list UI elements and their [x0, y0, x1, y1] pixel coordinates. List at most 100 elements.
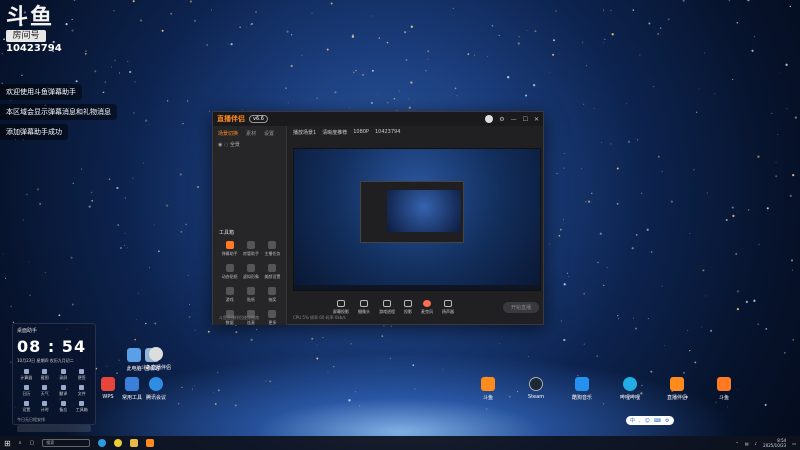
start-live-button[interactable]: 开始直播 — [502, 301, 539, 313]
version-badge: v6.6 — [249, 115, 268, 123]
scene-name[interactable]: 播放场景1 — [293, 129, 316, 136]
widget-item[interactable]: 设置 — [17, 401, 36, 413]
ime-mode[interactable]: 中 — [630, 417, 635, 424]
eye-icon: ◉ ◌ — [218, 142, 230, 148]
tab-scene[interactable]: 场景切换 — [218, 130, 238, 137]
taskbar-clock[interactable]: 8:54 2025/10/23 — [763, 438, 786, 448]
tab-material[interactable]: 素材 — [246, 130, 256, 137]
volume-icon[interactable]: ♪ — [755, 441, 758, 446]
keyboard-icon[interactable]: ⌨ — [654, 418, 661, 424]
scene-tag: 10423794 — [374, 129, 401, 135]
toolbox-icon — [79, 401, 85, 406]
tool-icon — [225, 287, 234, 295]
edge-icon[interactable] — [98, 439, 107, 447]
desktop-icon[interactable]: 直播伴侣 — [655, 377, 699, 401]
search-icon[interactable]: ⌕ — [19, 440, 22, 446]
scene-selector[interactable]: ◉ ◌ 全景 — [213, 141, 286, 148]
widget-item[interactable]: 翻译 — [54, 385, 73, 397]
desktop-widget[interactable]: 桌面助手 08 : 54 10月23日 星期四 农历九月初二 计算器 截图 录屏… — [12, 323, 96, 432]
settings-icon — [23, 401, 29, 406]
widget-search[interactable] — [17, 425, 91, 432]
tool-item[interactable]: 贴纸 — [240, 287, 261, 303]
stream-preview[interactable] — [293, 148, 541, 291]
emoji-icon[interactable]: ☺ — [645, 418, 650, 424]
tool-icon — [246, 241, 255, 249]
tool-item[interactable]: 更多 — [262, 310, 283, 326]
tool-item[interactable]: 游戏 — [219, 287, 240, 303]
tool-icon — [246, 287, 255, 295]
desktop-icon[interactable]: 酷狗音乐 — [560, 377, 604, 401]
widget-item[interactable]: 天气 — [36, 385, 55, 397]
widget-title: 桌面助手 — [17, 328, 38, 334]
window-titlebar[interactable]: 直播伴侣 v6.6 ⚙ — ☐ ✕ — [213, 112, 543, 126]
settings-icon[interactable]: ⚙ — [499, 116, 504, 123]
close-icon[interactable]: ✕ — [534, 116, 539, 123]
projection-button[interactable]: 投影 — [404, 299, 412, 315]
screen-cast-button[interactable]: 屏幕投影 — [333, 299, 349, 315]
desktop-icon[interactable]: 斗鱼 — [702, 377, 746, 401]
douyu-icon — [717, 377, 731, 391]
taskbar: ⊞ ⌕ ▢ 搜索 ⌃ ▤ ♪ 8:54 2025/10/23 ▭ — [0, 436, 800, 450]
tool-item[interactable]: 主播任务 — [262, 241, 283, 257]
task-view-icon[interactable]: ▢ — [30, 440, 35, 446]
tool-item[interactable]: 房管助手 — [240, 241, 261, 257]
taskbar-search[interactable]: 搜索 — [42, 439, 91, 447]
widget-item[interactable]: 工具箱 — [73, 401, 92, 413]
widget-item[interactable]: 备忘 — [54, 401, 73, 413]
chrome-icon[interactable] — [114, 439, 123, 447]
camera-icon — [360, 299, 368, 307]
desktop-icon[interactable]: 哔哩哔哩 — [608, 377, 652, 401]
punctuation-icon[interactable]: , — [639, 418, 641, 424]
live-companion-icon[interactable] — [146, 439, 155, 447]
maximize-icon[interactable]: ☐ — [523, 116, 528, 123]
tool-item[interactable]: 抽奖 — [262, 287, 283, 303]
start-icon[interactable]: ⊞ — [4, 439, 11, 448]
tool-icon — [246, 264, 255, 272]
widget-item[interactable]: 计算器 — [17, 369, 36, 381]
widget-item[interactable]: 便签 — [73, 369, 92, 381]
danmaku-icon — [225, 241, 234, 249]
widget-item[interactable]: 文件 — [73, 385, 92, 397]
tool-icon — [225, 264, 234, 272]
gamepad-icon — [383, 299, 391, 307]
microphone-icon — [423, 299, 431, 307]
app-sidebar: 场景切换 素材 设置 ◉ ◌ 全景 工具箱 弹幕助手 房管助手 主播任务 动态贴… — [213, 126, 287, 325]
tab-settings[interactable]: 设置 — [264, 130, 274, 137]
desktop-icon[interactable]: 腾讯会议 — [134, 377, 178, 401]
minimize-icon[interactable]: — — [511, 116, 517, 123]
desktop-icon[interactable]: 斗鱼直播伴侣 — [134, 347, 178, 371]
widget-item[interactable]: 日历 — [17, 385, 36, 397]
camera-button[interactable]: 摄像头 — [358, 299, 370, 315]
desktop-icon[interactable]: 斗鱼 — [466, 377, 510, 401]
screenshot-icon — [42, 369, 48, 374]
tool-item[interactable]: 美颜设置 — [262, 264, 283, 280]
speaker-button[interactable]: 扬声器 — [442, 299, 454, 315]
douyu-logo: 斗鱼 — [6, 4, 55, 30]
tool-item[interactable]: 虚拟形象 — [240, 264, 261, 280]
gear-icon[interactable]: ⚙ — [665, 418, 669, 424]
avatar[interactable] — [485, 115, 494, 123]
translate-icon — [60, 385, 66, 390]
room-number-label: 房间号 — [6, 30, 46, 42]
ime-toolbar[interactable]: 中 , ☺ ⌨ ⚙ — [626, 416, 674, 425]
record-icon — [60, 369, 66, 374]
chevron-up-icon[interactable]: ⌃ — [735, 441, 738, 446]
widget-footer: 今日无日程安排 — [17, 417, 45, 422]
widget-date: 10月23日 星期四 农历九月初二 — [17, 358, 74, 363]
network-icon[interactable]: ▤ — [745, 441, 749, 446]
widget-item[interactable]: 录屏 — [54, 369, 73, 381]
widget-item[interactable]: 计时 — [36, 401, 55, 413]
notification-icon[interactable]: ▭ — [792, 441, 796, 446]
microphone-button[interactable]: 麦克风 — [421, 299, 433, 315]
app-icon — [149, 347, 163, 361]
widget-item[interactable]: 截图 — [36, 369, 55, 381]
tool-item[interactable]: 弹幕助手 — [219, 241, 240, 257]
desktop-icon[interactable]: Steam — [514, 377, 558, 400]
game-button[interactable]: 游戏进程 — [379, 299, 395, 315]
douyu-icon — [481, 377, 495, 391]
tool-item[interactable]: 动态贴纸 — [219, 264, 240, 280]
sidebar-footer[interactable]: 斗鱼直播伴侣使用指南 — [219, 315, 259, 321]
danmaku-message: 添加弹幕助手成功 — [0, 124, 68, 140]
live-companion-window[interactable]: 直播伴侣 v6.6 ⚙ — ☐ ✕ 场景切换 素材 设置 ◉ ◌ 全景 工具箱 … — [212, 111, 544, 325]
folder-icon[interactable] — [130, 439, 139, 447]
